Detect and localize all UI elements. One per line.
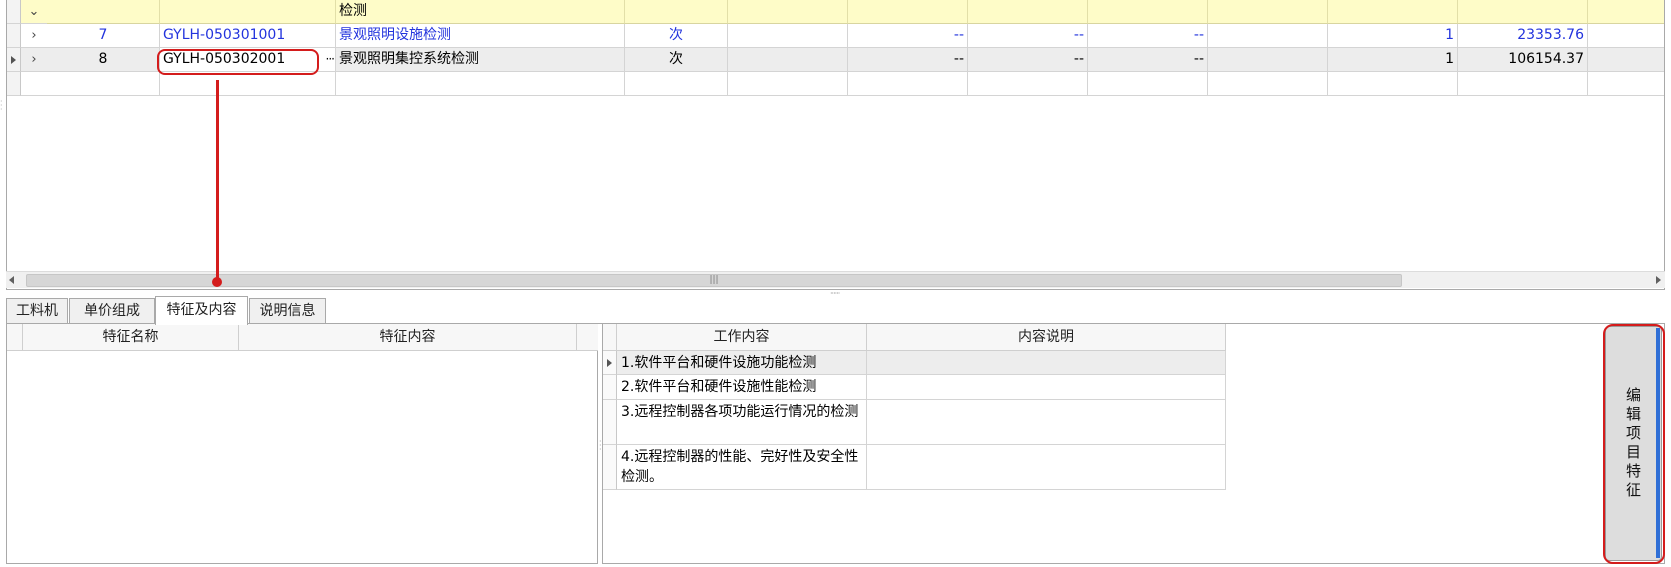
annotation-dot [212, 277, 222, 287]
dash-cell: -- [968, 48, 1088, 72]
expand-chevron-icon[interactable]: › [21, 48, 47, 72]
work-row[interactable]: 4.远程控制器的性能、完好性及安全性检测。 [603, 445, 1226, 490]
work-content-cell[interactable]: 2.软件平台和硬件设施性能检测 [617, 375, 867, 400]
work-row[interactable]: 1.软件平台和硬件设施功能检测 [603, 351, 1226, 375]
work-content-cell[interactable]: 4.远程控制器的性能、完好性及安全性检测。 [617, 445, 867, 490]
tab-unit-price[interactable]: 单价组成 [69, 298, 155, 324]
group-index-cell [47, 0, 160, 24]
tab-features[interactable]: 特征及内容 [155, 296, 248, 325]
tab-materials[interactable]: 工料机 [6, 298, 68, 324]
expand-chevron-icon[interactable]: › [21, 24, 47, 48]
amount-cell: 106154.37 [1458, 48, 1588, 72]
collapse-chevron-icon[interactable]: ⌄ [21, 0, 47, 24]
amount-cell: 23353.76 [1458, 24, 1588, 48]
scroll-left-arrow-icon[interactable] [9, 276, 14, 284]
index-cell: 8 [47, 48, 160, 72]
unit-cell[interactable]: 次 [625, 24, 728, 48]
row-selector[interactable] [7, 24, 21, 48]
scrollbar-thumb[interactable]: ||| [26, 274, 1402, 287]
unit-cell[interactable]: 次 [625, 48, 728, 72]
dash-cell: -- [848, 48, 968, 72]
work-content-grid[interactable]: 工作内容 内容说明 1.软件平台和硬件设施功能检测 2.软件平台和硬件设施性能检… [602, 324, 1665, 564]
tab-notes[interactable]: 说明信息 [249, 298, 326, 324]
annotation-connector [216, 80, 219, 282]
current-row-icon [607, 359, 612, 367]
ellipsis-button[interactable]: ··· [326, 48, 335, 71]
work-content-cell[interactable]: 3.远程控制器各项功能运行情况的检测 [617, 400, 867, 445]
quantity-cell[interactable]: 1 [1328, 24, 1458, 48]
work-content-cell[interactable]: 1.软件平台和硬件设施功能检测 [617, 351, 867, 375]
row-selector[interactable] [603, 400, 617, 445]
name-cell[interactable]: 景观照明集控系统检测 [336, 48, 625, 72]
scroll-right-arrow-icon[interactable] [1656, 276, 1661, 284]
column-header-feature-content[interactable]: 特征内容 [239, 324, 577, 351]
dash-cell: -- [1088, 48, 1208, 72]
highlight-box [1603, 324, 1665, 564]
content-note-cell[interactable] [867, 400, 1226, 445]
row-selector[interactable] [7, 0, 21, 24]
name-cell[interactable]: 景观照明设施检测 [336, 24, 625, 48]
current-row-icon [11, 56, 16, 64]
bill-items-grid[interactable]: ⌄ 检测 › 7 GYLH-050301001 景观照明设施检测 次 -- --… [6, 0, 1665, 290]
group-code-cell [160, 0, 336, 24]
column-header-content-note[interactable]: 内容说明 [867, 324, 1226, 351]
features-grid[interactable]: 特征名称 特征内容 [6, 324, 598, 564]
group-name-cell: 检测 [336, 0, 625, 24]
column-header-work-content[interactable]: 工作内容 [617, 324, 867, 351]
index-cell: 7 [47, 24, 160, 48]
row-selector[interactable] [7, 48, 21, 72]
empty-row[interactable] [7, 72, 1664, 96]
dash-cell: -- [848, 24, 968, 48]
table-row[interactable]: › 7 GYLH-050301001 景观照明设施检测 次 -- -- -- 1… [7, 24, 1664, 48]
content-note-cell[interactable] [867, 375, 1226, 400]
panel-splitter[interactable]: ······ [830, 290, 840, 298]
resize-grip-icon[interactable]: · · · [0, 98, 3, 114]
content-note-cell[interactable] [867, 445, 1226, 490]
work-row[interactable]: 3.远程控制器各项功能运行情况的检测 [603, 400, 1226, 445]
content-note-cell[interactable] [867, 351, 1226, 375]
column-header-feature-name[interactable]: 特征名称 [23, 324, 239, 351]
row-selector[interactable] [603, 445, 617, 490]
row-selector[interactable] [7, 72, 21, 96]
group-row[interactable]: ⌄ 检测 [7, 0, 1664, 24]
quantity-cell[interactable]: 1 [1328, 48, 1458, 72]
horizontal-scrollbar[interactable]: ||| [6, 271, 1665, 288]
row-selector[interactable] [603, 375, 617, 400]
row-selector[interactable] [603, 351, 617, 375]
dash-cell: -- [1088, 24, 1208, 48]
dash-cell: -- [968, 24, 1088, 48]
work-row[interactable]: 2.软件平台和硬件设施性能检测 [603, 375, 1226, 400]
code-cell[interactable]: GYLH-050301001 [160, 24, 336, 48]
highlight-box [157, 49, 319, 75]
